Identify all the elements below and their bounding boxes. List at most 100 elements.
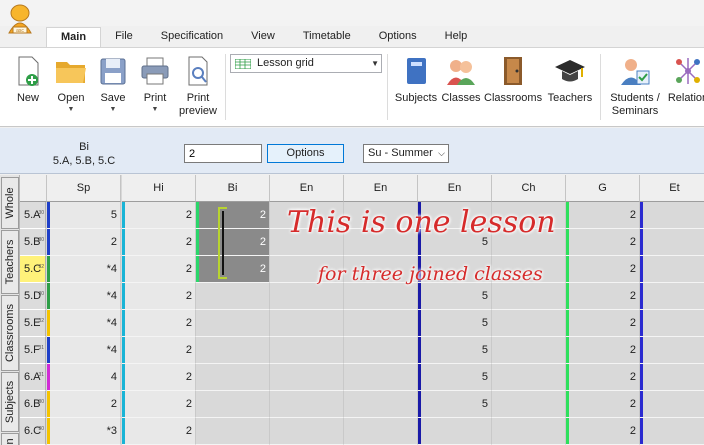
open-button[interactable]: Open ▼ bbox=[52, 54, 90, 114]
tab-view[interactable]: View bbox=[237, 27, 289, 47]
lesson-cell[interactable] bbox=[492, 283, 566, 310]
side-tab-subjects[interactable]: Subjects bbox=[1, 372, 19, 432]
lesson-cell[interactable] bbox=[344, 364, 418, 391]
lesson-cell[interactable] bbox=[492, 337, 566, 364]
lesson-cell[interactable] bbox=[270, 283, 344, 310]
classrooms-button[interactable]: Classrooms bbox=[484, 54, 542, 105]
lesson-cell[interactable]: 2 bbox=[566, 391, 640, 418]
lesson-cell[interactable] bbox=[492, 364, 566, 391]
lesson-cell[interactable]: 5 bbox=[418, 364, 492, 391]
lesson-cell[interactable]: 2 bbox=[196, 256, 270, 283]
lesson-cell[interactable]: *4 bbox=[47, 256, 121, 283]
lesson-cell[interactable]: 2 bbox=[122, 391, 196, 418]
row-header-class[interactable]: 6.B 30 bbox=[20, 391, 46, 418]
lesson-cell[interactable] bbox=[196, 364, 270, 391]
tab-file[interactable]: File bbox=[101, 27, 147, 47]
print-preview-button[interactable]: Print preview bbox=[176, 54, 220, 118]
lesson-cell[interactable]: 2 bbox=[122, 283, 196, 310]
lesson-cell[interactable]: 2 bbox=[122, 364, 196, 391]
lesson-cell[interactable] bbox=[344, 337, 418, 364]
lesson-cell[interactable] bbox=[492, 391, 566, 418]
row-header-class[interactable]: 5.D 30 bbox=[20, 283, 46, 310]
lesson-cell[interactable]: 2 bbox=[196, 202, 270, 229]
lesson-cell[interactable]: 2 bbox=[566, 283, 640, 310]
lesson-cell[interactable] bbox=[640, 418, 704, 445]
row-header-class[interactable]: 6.C 30 bbox=[20, 418, 46, 445]
column-header-hi[interactable]: Hi bbox=[122, 175, 196, 202]
lesson-cell[interactable] bbox=[418, 418, 492, 445]
lesson-cell[interactable]: 5 bbox=[47, 202, 121, 229]
column-header-en[interactable]: En bbox=[418, 175, 492, 202]
lesson-cell[interactable]: 2 bbox=[566, 229, 640, 256]
lesson-cell[interactable]: 2 bbox=[122, 229, 196, 256]
lesson-cell[interactable] bbox=[640, 256, 704, 283]
lesson-cell[interactable] bbox=[640, 229, 704, 256]
subjects-button[interactable]: Subjects bbox=[393, 54, 439, 105]
lesson-count-input[interactable] bbox=[184, 144, 262, 163]
options-button[interactable]: Options bbox=[267, 144, 344, 163]
lesson-cell[interactable] bbox=[196, 283, 270, 310]
row-header-class[interactable]: 6.A 31 bbox=[20, 364, 46, 391]
relations-button[interactable]: Relation bbox=[666, 54, 704, 105]
lesson-cell[interactable]: 2 bbox=[122, 418, 196, 445]
lesson-cell[interactable]: 2 bbox=[566, 337, 640, 364]
lesson-cell[interactable]: 2 bbox=[566, 418, 640, 445]
lesson-cell[interactable]: 2 bbox=[47, 391, 121, 418]
row-header-class[interactable]: 5.A 30 bbox=[20, 202, 46, 229]
lesson-cell[interactable]: *4 bbox=[47, 310, 121, 337]
lesson-cell[interactable] bbox=[640, 310, 704, 337]
lesson-cell[interactable] bbox=[196, 391, 270, 418]
side-tab-in[interactable]: In bbox=[1, 433, 19, 445]
lesson-cell[interactable]: 2 bbox=[196, 229, 270, 256]
view-mode-select[interactable]: Lesson grid ▼ bbox=[230, 54, 382, 73]
column-header-et[interactable]: Et bbox=[640, 175, 704, 202]
lesson-cell[interactable] bbox=[196, 418, 270, 445]
side-tab-teachers[interactable]: Teachers bbox=[1, 230, 19, 294]
row-header-class[interactable]: 5.F 31 bbox=[20, 337, 46, 364]
tab-help[interactable]: Help bbox=[431, 27, 482, 47]
term-select[interactable]: Su - Summer ⌵ bbox=[363, 144, 449, 163]
lesson-cell[interactable]: 2 bbox=[122, 337, 196, 364]
lesson-cell[interactable]: *3 bbox=[47, 418, 121, 445]
print-button[interactable]: Print ▼ bbox=[138, 54, 172, 114]
lesson-cell[interactable] bbox=[270, 310, 344, 337]
lesson-cell[interactable]: 2 bbox=[566, 202, 640, 229]
lesson-cell[interactable]: 5 bbox=[418, 391, 492, 418]
lesson-cell[interactable]: 4 bbox=[47, 364, 121, 391]
lesson-cell[interactable] bbox=[344, 283, 418, 310]
tab-timetable[interactable]: Timetable bbox=[289, 27, 365, 47]
lesson-cell[interactable]: 2 bbox=[566, 364, 640, 391]
lesson-cell[interactable] bbox=[492, 418, 566, 445]
tab-options[interactable]: Options bbox=[365, 27, 431, 47]
lesson-cell[interactable]: 5 bbox=[418, 283, 492, 310]
lesson-cell[interactable] bbox=[270, 391, 344, 418]
classes-button[interactable]: Classes bbox=[441, 54, 481, 105]
lesson-cell[interactable] bbox=[344, 310, 418, 337]
lesson-cell[interactable] bbox=[344, 391, 418, 418]
row-header-class[interactable]: 5.B 30 bbox=[20, 229, 46, 256]
lesson-cell[interactable] bbox=[196, 310, 270, 337]
side-tab-classrooms[interactable]: Classrooms bbox=[1, 295, 19, 371]
column-header-bi[interactable]: Bi bbox=[196, 175, 270, 202]
column-header-sp[interactable]: Sp bbox=[47, 175, 121, 202]
new-button[interactable]: New bbox=[12, 54, 44, 105]
lesson-cell[interactable] bbox=[344, 418, 418, 445]
lesson-cell[interactable]: 2 bbox=[566, 310, 640, 337]
lesson-cell[interactable] bbox=[640, 337, 704, 364]
lesson-cell[interactable]: 5 bbox=[418, 337, 492, 364]
lesson-cell[interactable] bbox=[270, 364, 344, 391]
save-button[interactable]: Save ▼ bbox=[97, 54, 129, 114]
row-header-class[interactable]: 5.C 32 bbox=[20, 256, 46, 283]
lesson-cell[interactable] bbox=[270, 337, 344, 364]
tab-specification[interactable]: Specification bbox=[147, 27, 237, 47]
lesson-cell[interactable]: 2 bbox=[122, 256, 196, 283]
lesson-cell[interactable] bbox=[640, 283, 704, 310]
column-header-en[interactable]: En bbox=[270, 175, 344, 202]
lesson-cell[interactable]: 2 bbox=[122, 202, 196, 229]
column-header-g[interactable]: G bbox=[566, 175, 640, 202]
lesson-cell[interactable]: *4 bbox=[47, 337, 121, 364]
students-seminars-button[interactable]: Students / Seminars bbox=[605, 54, 665, 118]
row-header-class[interactable]: 5.E 32 bbox=[20, 310, 46, 337]
lesson-cell[interactable] bbox=[640, 391, 704, 418]
lesson-cell[interactable] bbox=[270, 418, 344, 445]
